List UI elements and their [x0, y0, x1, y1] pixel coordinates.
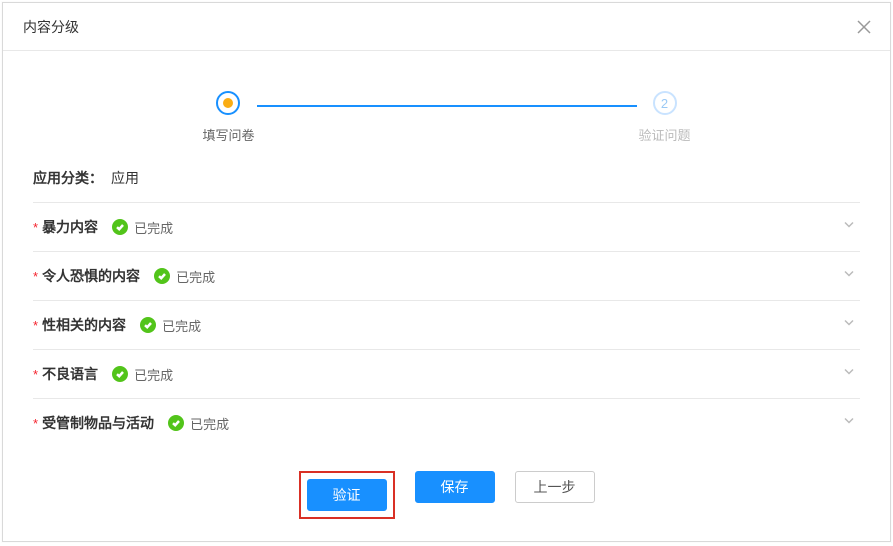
- check-circle-icon: [154, 268, 170, 284]
- save-button[interactable]: 保存: [415, 471, 495, 503]
- close-icon[interactable]: [854, 17, 874, 37]
- status-badge: 已完成: [112, 218, 173, 237]
- section-row-fear[interactable]: * 令人恐惧的内容 已完成: [33, 251, 860, 300]
- status-text: 已完成: [134, 365, 173, 384]
- section-row-violence[interactable]: * 暴力内容 已完成: [33, 202, 860, 251]
- chevron-down-icon: [842, 316, 856, 335]
- status-badge: 已完成: [168, 414, 229, 433]
- step-2-label: 验证问题: [639, 125, 691, 144]
- category-line: 应用分类： 应用: [33, 168, 860, 188]
- required-star: *: [33, 416, 38, 431]
- chevron-down-icon: [842, 218, 856, 237]
- modal-title: 内容分级: [23, 17, 79, 37]
- status-badge: 已完成: [140, 316, 201, 335]
- section-row-controlled[interactable]: * 受管制物品与活动 已完成: [33, 398, 860, 447]
- check-circle-icon: [140, 317, 156, 333]
- required-star: *: [33, 318, 38, 333]
- status-text: 已完成: [176, 267, 215, 286]
- verify-button[interactable]: 验证: [307, 479, 387, 511]
- status-badge: 已完成: [112, 365, 173, 384]
- stepper: 填写问卷 2 验证问题: [33, 91, 860, 144]
- section-title: 受管制物品与活动: [42, 413, 154, 433]
- modal-header: 内容分级: [3, 3, 890, 51]
- status-badge: 已完成: [154, 267, 215, 286]
- section-row-language[interactable]: * 不良语言 已完成: [33, 349, 860, 398]
- status-text: 已完成: [162, 316, 201, 335]
- category-label: 应用分类：: [33, 170, 103, 186]
- required-star: *: [33, 367, 38, 382]
- required-star: *: [33, 269, 38, 284]
- step-1: 填写问卷: [202, 91, 254, 144]
- status-text: 已完成: [190, 414, 229, 433]
- required-star: *: [33, 220, 38, 235]
- section-title: 性相关的内容: [42, 315, 126, 335]
- chevron-down-icon: [842, 365, 856, 384]
- content-rating-modal: 内容分级 填写问卷 2 验证问题 应用分类： 应用 * 暴力内容: [2, 2, 891, 542]
- modal-body: 填写问卷 2 验证问题 应用分类： 应用 * 暴力内容 已完成: [3, 51, 890, 541]
- check-circle-icon: [112, 366, 128, 382]
- check-circle-icon: [168, 415, 184, 431]
- section-title: 令人恐惧的内容: [42, 266, 140, 286]
- chevron-down-icon: [842, 414, 856, 433]
- step-1-circle: [216, 91, 240, 115]
- section-title: 暴力内容: [42, 217, 98, 237]
- category-value: 应用: [111, 170, 139, 186]
- sections-list: * 暴力内容 已完成 * 令人恐惧的内容: [33, 202, 860, 447]
- step-1-label: 填写问卷: [202, 125, 254, 144]
- check-circle-icon: [112, 219, 128, 235]
- step-2-circle: 2: [653, 91, 677, 115]
- verify-highlight: 验证: [299, 471, 395, 519]
- section-row-sexual[interactable]: * 性相关的内容 已完成: [33, 300, 860, 349]
- step-connector: [257, 105, 637, 107]
- footer-actions: 验证 保存 上一步: [33, 447, 860, 541]
- chevron-down-icon: [842, 267, 856, 286]
- status-text: 已完成: [134, 218, 173, 237]
- step-2: 2 验证问题: [639, 91, 691, 144]
- prev-step-button[interactable]: 上一步: [515, 471, 595, 503]
- section-title: 不良语言: [42, 364, 98, 384]
